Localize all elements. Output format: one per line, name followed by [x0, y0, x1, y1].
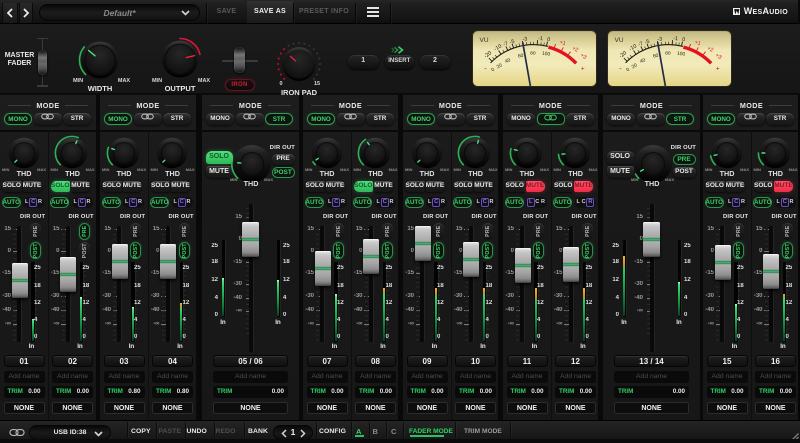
svg-text:PRE: PRE	[536, 225, 542, 237]
svg-text:POST: POST	[81, 242, 87, 258]
svg-text:POST: POST	[584, 242, 590, 258]
svg-text:POST: POST	[784, 242, 790, 258]
svg-text:+: +	[716, 66, 720, 73]
svg-text:PRE: PRE	[436, 225, 442, 237]
svg-text:PRE: PRE	[133, 225, 139, 237]
svg-text:PRE: PRE	[33, 225, 39, 237]
svg-text:POST: POST	[181, 242, 187, 258]
svg-text:POST: POST	[484, 242, 490, 258]
svg-text:PRE: PRE	[81, 225, 87, 237]
svg-text:VU: VU	[615, 37, 624, 44]
svg-text:VU: VU	[480, 37, 489, 44]
svg-text:-3: -3	[522, 36, 527, 43]
svg-text:-: -	[619, 66, 621, 73]
svg-text:80: 80	[665, 50, 671, 56]
svg-text:POST: POST	[436, 242, 442, 258]
svg-text:POST: POST	[133, 242, 139, 258]
svg-text:POST: POST	[336, 242, 342, 258]
svg-text:POST: POST	[536, 242, 542, 258]
svg-text:-1: -1	[538, 36, 543, 42]
svg-text:POST: POST	[384, 242, 390, 258]
svg-text:PRE: PRE	[736, 225, 742, 237]
svg-text:100: 100	[677, 51, 686, 58]
svg-text:PRE: PRE	[484, 225, 490, 237]
svg-text:-: -	[484, 66, 486, 73]
svg-text:+: +	[581, 66, 585, 73]
svg-text:-1: -1	[673, 36, 678, 42]
svg-text:PRE: PRE	[181, 225, 187, 237]
svg-text:-3: -3	[657, 36, 662, 43]
svg-text:POST: POST	[736, 242, 742, 258]
svg-text:POST: POST	[33, 242, 39, 258]
svg-text:PRE: PRE	[784, 225, 790, 237]
svg-text:PRE: PRE	[336, 225, 342, 237]
svg-text:PRE: PRE	[384, 225, 390, 237]
svg-text:80: 80	[530, 50, 536, 56]
svg-text:PRE: PRE	[584, 225, 590, 237]
svg-text:100: 100	[542, 51, 551, 58]
